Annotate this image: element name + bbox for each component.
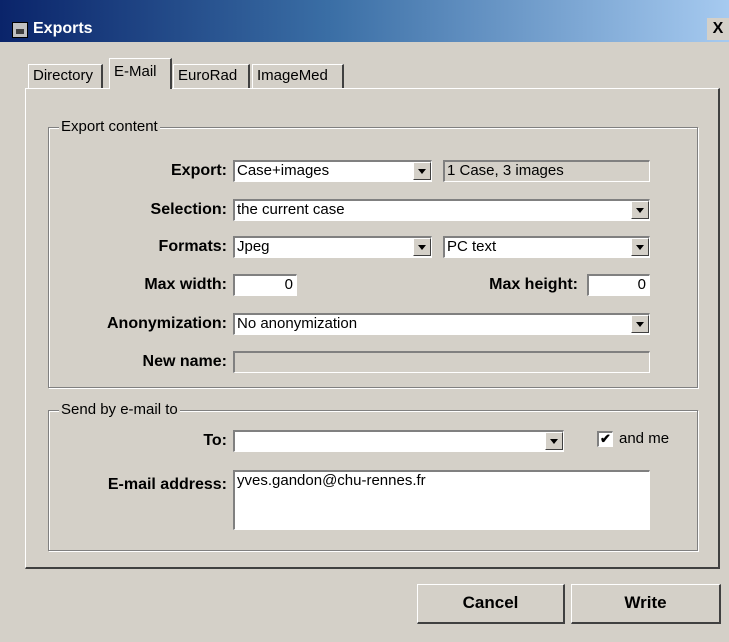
window-title: Exports bbox=[33, 20, 93, 37]
chevron-down-icon[interactable] bbox=[631, 315, 649, 333]
title-bar: Exports bbox=[0, 0, 729, 42]
write-button[interactable]: Write bbox=[571, 584, 721, 624]
export-summary: 1 Case, 3 images bbox=[447, 162, 564, 179]
text-format-value: PC text bbox=[447, 238, 497, 255]
chevron-down-icon[interactable] bbox=[631, 238, 649, 256]
export-label: Export: bbox=[171, 162, 227, 179]
send-email-legend: Send by e-mail to bbox=[59, 401, 180, 419]
chevron-down-icon[interactable] bbox=[413, 238, 431, 256]
chevron-down-icon[interactable] bbox=[545, 432, 563, 450]
new-name-label: New name: bbox=[142, 353, 227, 370]
anonymization-label: Anonymization: bbox=[107, 315, 227, 332]
image-format-dropdown[interactable]: Jpeg bbox=[233, 236, 432, 258]
to-label: To: bbox=[203, 432, 227, 449]
image-format-value: Jpeg bbox=[237, 238, 270, 255]
tab-imagemed[interactable]: ImageMed bbox=[252, 64, 344, 88]
tab-email[interactable]: E-Mail bbox=[109, 58, 172, 89]
close-button[interactable]: X bbox=[707, 18, 729, 40]
app-icon bbox=[12, 22, 28, 38]
and-me-checkbox[interactable]: ✔ bbox=[597, 431, 613, 447]
text-format-dropdown[interactable]: PC text bbox=[443, 236, 650, 258]
max-height-input[interactable]: 0 bbox=[587, 274, 650, 296]
email-address-input[interactable]: yves.gandon@chu-rennes.fr bbox=[233, 470, 650, 530]
tab-eurorad[interactable]: EuroRad bbox=[173, 64, 250, 88]
cancel-button[interactable]: Cancel bbox=[417, 584, 565, 624]
export-value: Case+images bbox=[237, 162, 330, 179]
tab-directory[interactable]: Directory bbox=[28, 64, 103, 88]
and-me-label: and me bbox=[619, 430, 670, 447]
to-dropdown[interactable] bbox=[233, 430, 564, 452]
selection-label: Selection: bbox=[150, 201, 227, 218]
export-summary-field: 1 Case, 3 images bbox=[443, 160, 650, 182]
selection-dropdown[interactable]: the current case bbox=[233, 199, 650, 221]
chevron-down-icon[interactable] bbox=[631, 201, 649, 219]
new-name-input bbox=[233, 351, 650, 373]
anonymization-dropdown[interactable]: No anonymization bbox=[233, 313, 650, 335]
max-height-label: Max height: bbox=[489, 276, 578, 293]
export-content-legend: Export content bbox=[59, 118, 160, 136]
email-address-label: E-mail address: bbox=[107, 476, 227, 493]
formats-label: Formats: bbox=[158, 238, 227, 255]
chevron-down-icon[interactable] bbox=[413, 162, 431, 180]
max-width-label: Max width: bbox=[144, 276, 227, 293]
max-width-input[interactable]: 0 bbox=[233, 274, 297, 296]
selection-value: the current case bbox=[237, 201, 345, 218]
anonymization-value: No anonymization bbox=[237, 315, 358, 332]
export-dropdown[interactable]: Case+images bbox=[233, 160, 432, 182]
